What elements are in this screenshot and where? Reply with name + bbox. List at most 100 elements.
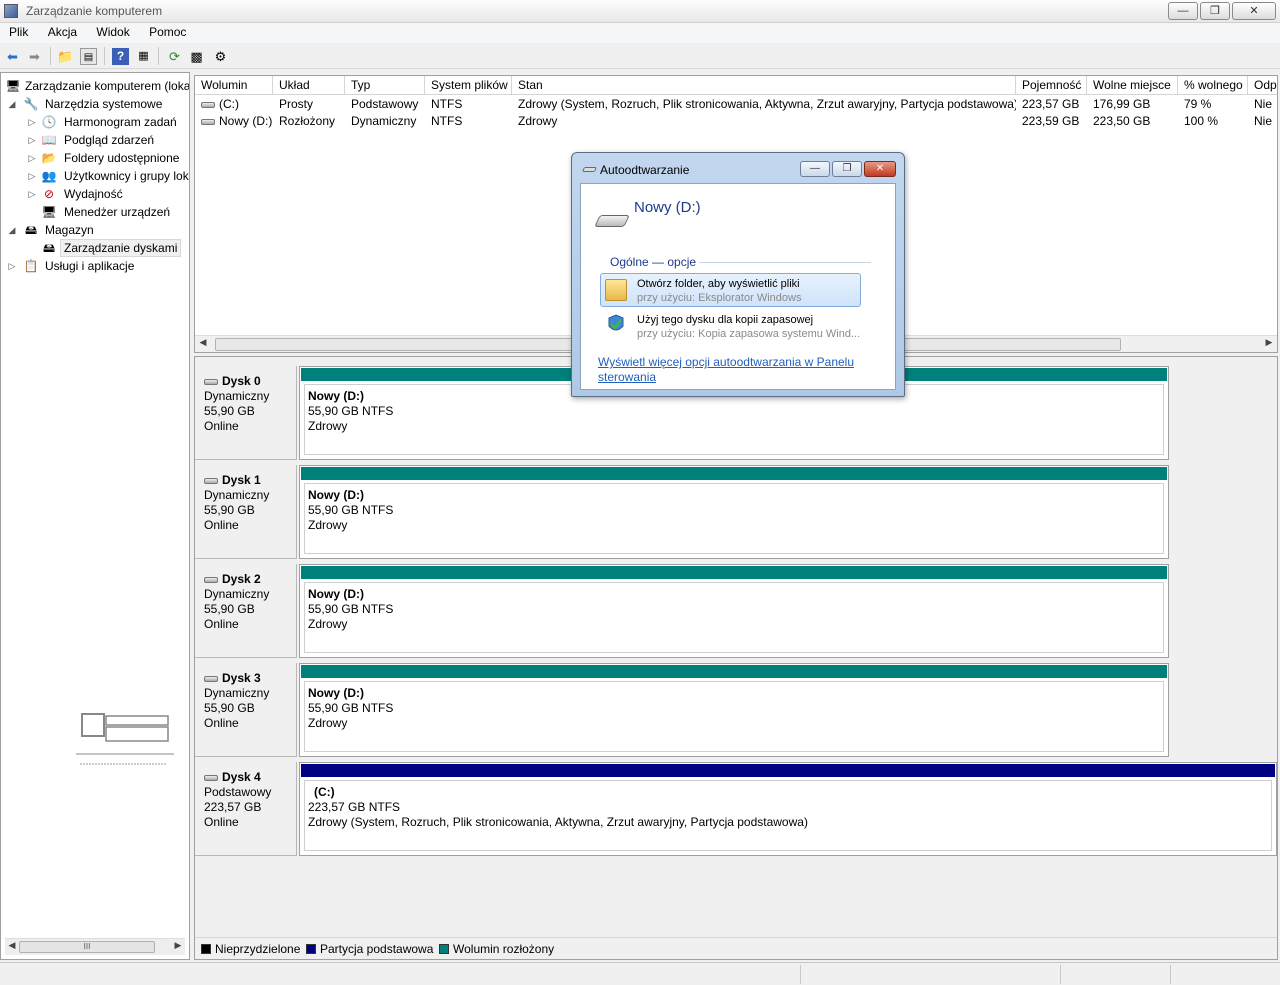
partition-state: Zdrowy	[308, 617, 348, 631]
tree-item-label: Zarządzanie komputerem (loka	[25, 79, 190, 93]
removable-drive-icon	[594, 215, 630, 227]
up-folder-icon[interactable]: 📁	[57, 48, 74, 65]
toolbar-separator	[158, 47, 159, 65]
disk-name: Dysk 1	[222, 473, 261, 487]
properties-icon[interactable]: ▦	[135, 48, 152, 65]
option-subtitle: przy użyciu: Kopia zapasowa systemu Wind…	[637, 328, 861, 340]
column-header-percent-free[interactable]: % wolnego	[1178, 76, 1248, 95]
back-icon[interactable]: ⬅	[4, 48, 21, 65]
disk-name: Dysk 4	[222, 770, 261, 784]
close-button[interactable]: ✕	[1232, 2, 1276, 20]
column-header-layout[interactable]: Układ	[273, 76, 345, 95]
expand-icon[interactable]: ▷	[27, 131, 37, 149]
status-divider	[1060, 965, 1061, 984]
disk-label[interactable]: Dysk 4 Podstawowy 223,57 GB Online	[195, 762, 297, 856]
expand-icon[interactable]: ▷	[27, 113, 37, 131]
disk-icon	[204, 378, 218, 385]
collapse-icon[interactable]: ◢	[7, 221, 17, 239]
menu-action[interactable]: Akcja	[39, 23, 84, 39]
dialog-minimize-button[interactable]: —	[800, 161, 830, 177]
tree-item-services-apps[interactable]: ▷ 📋 Usługi i aplikacje	[7, 257, 189, 275]
forward-icon[interactable]: ➡	[26, 48, 43, 65]
scroll-right-icon[interactable]: ▶	[172, 940, 184, 951]
option-open-folder[interactable]: Otwórz folder, aby wyświetlić pliki przy…	[600, 273, 861, 307]
maximize-button[interactable]: ❐	[1200, 2, 1230, 20]
expand-icon[interactable]: ▷	[27, 149, 37, 167]
menu-help[interactable]: Pomoc	[140, 23, 193, 39]
column-header-volume[interactable]: Wolumin	[195, 76, 273, 95]
purepc-logo-icon	[76, 713, 174, 765]
expand-icon[interactable]: ▷	[27, 185, 37, 203]
tree-item-label: Podgląd zdarzeń	[64, 133, 155, 147]
backup-icon	[608, 314, 624, 331]
partition-info: (C:) 223,57 GB NTFS Zdrowy (System, Rozr…	[304, 780, 1272, 851]
clock-icon: 🕓	[41, 115, 57, 129]
column-header-status[interactable]: Stan	[512, 76, 1016, 95]
toolbar-separator	[50, 47, 51, 65]
rescan-disks-icon[interactable]: ▩	[188, 48, 205, 65]
menu-view[interactable]: Widok	[87, 23, 136, 39]
partition-size: 223,57 GB NTFS	[308, 800, 401, 814]
more-autoplay-options-link[interactable]: Wyświetl więcej opcji autoodtwarzania w …	[598, 355, 878, 385]
disk-type: Dynamiczny	[204, 587, 270, 601]
cell-layout: Prosty	[279, 97, 314, 111]
partition-block[interactable]: Nowy (D:) 55,90 GB NTFS Zdrowy	[299, 465, 1169, 559]
tree-item-label: Harmonogram zadań	[64, 115, 177, 129]
settings-icon[interactable]: ⚙	[212, 48, 229, 65]
tree-item-users-groups[interactable]: ▷ 👥 Użytkownicy i grupy lok	[27, 167, 189, 185]
menu-file[interactable]: Plik	[0, 23, 35, 39]
scroll-left-icon[interactable]: ◀	[197, 337, 209, 348]
help-icon[interactable]: ?	[112, 48, 129, 65]
disk-label[interactable]: Dysk 3 Dynamiczny 55,90 GB Online	[195, 663, 297, 757]
dialog-maximize-button[interactable]: ❐	[832, 161, 862, 177]
disk-label[interactable]: Dysk 0 Dynamiczny 55,90 GB Online	[195, 366, 297, 460]
show-hide-tree-icon[interactable]: ▤	[80, 48, 97, 65]
table-row[interactable]: Nowy (D:) Rozłożony Dynamiczny NTFS Zdro…	[195, 113, 1277, 130]
tree-item-storage[interactable]: ◢ 🖴 Magazyn	[7, 221, 189, 239]
column-header-filesystem[interactable]: System plików	[425, 76, 512, 95]
tree-item-event-viewer[interactable]: ▷ 📖 Podgląd zdarzeń	[27, 131, 189, 149]
disk-label[interactable]: Dysk 2 Dynamiczny 55,90 GB Online	[195, 564, 297, 658]
scroll-right-icon[interactable]: ▶	[1263, 337, 1275, 348]
tools-icon: 🔧	[23, 97, 39, 111]
tree-item-disk-management[interactable]: 🖴 Zarządzanie dyskami	[41, 239, 189, 257]
disk-status: Online	[204, 617, 239, 631]
disk-size: 55,90 GB	[204, 404, 255, 418]
scroll-left-icon[interactable]: ◀	[6, 940, 18, 951]
disk-label[interactable]: Dysk 1 Dynamiczny 55,90 GB Online	[195, 465, 297, 559]
tree-item-system-tools[interactable]: ◢ 🔧 Narzędzia systemowe	[7, 95, 189, 113]
tree-item-label: Usługi i aplikacje	[45, 259, 135, 273]
tree-item-root[interactable]: 🖥 Zarządzanie komputerem (loka	[5, 77, 190, 95]
tree-horizontal-scrollbar[interactable]: ◀ III ▶	[5, 938, 185, 955]
status-divider	[800, 965, 801, 984]
partition-block[interactable]: Nowy (D:) 55,90 GB NTFS Zdrowy	[299, 663, 1169, 757]
tree-item-shared-folders[interactable]: ▷ 📂 Foldery udostępnione	[27, 149, 189, 167]
dialog-close-button[interactable]: ✕	[864, 161, 896, 177]
scroll-thumb[interactable]: III	[19, 941, 155, 953]
tree-item-device-manager[interactable]: 🖥 Menedżer urządzeń	[27, 203, 189, 221]
minimize-button[interactable]: —	[1168, 2, 1198, 20]
shared-folder-icon: 📂	[41, 151, 57, 165]
partition-block[interactable]: (C:) 223,57 GB NTFS Zdrowy (System, Rozr…	[299, 762, 1277, 856]
column-header-fault-tolerance[interactable]: Odp	[1248, 76, 1277, 95]
column-header-free-space[interactable]: Wolne miejsce	[1087, 76, 1178, 95]
refresh-icon[interactable]: ⟳	[166, 48, 183, 65]
disk-map: Dysk 0 Dynamiczny 55,90 GB Online Nowy (…	[194, 356, 1278, 960]
toolbar: ⬅ ➡ 📁 ▤ ? ▦ ⟳ ▩ ⚙	[0, 43, 1280, 69]
drive-icon	[582, 167, 597, 172]
disk-icon	[204, 477, 218, 484]
table-row[interactable]: (C:) Prosty Podstawowy NTFS Zdrowy (Syst…	[195, 96, 1277, 113]
cell-volume: Nowy (D:)	[195, 113, 273, 130]
column-header-type[interactable]: Typ	[345, 76, 425, 95]
expand-icon[interactable]: ▷	[27, 167, 37, 185]
partition-size: 55,90 GB NTFS	[308, 404, 394, 418]
expand-icon[interactable]: ▷	[7, 257, 17, 275]
partition-block[interactable]: Nowy (D:) 55,90 GB NTFS Zdrowy	[299, 564, 1169, 658]
column-header-capacity[interactable]: Pojemność	[1016, 76, 1087, 95]
tree-item-task-scheduler[interactable]: ▷ 🕓 Harmonogram zadań	[27, 113, 189, 131]
collapse-icon[interactable]: ◢	[7, 95, 17, 113]
tree-item-performance[interactable]: ▷ ⊘ Wydajność	[27, 185, 189, 203]
legend-swatch	[306, 944, 316, 954]
partition-state: Zdrowy	[308, 518, 348, 532]
option-backup[interactable]: Użyj tego dysku dla kopii zapasowej przy…	[600, 309, 861, 343]
